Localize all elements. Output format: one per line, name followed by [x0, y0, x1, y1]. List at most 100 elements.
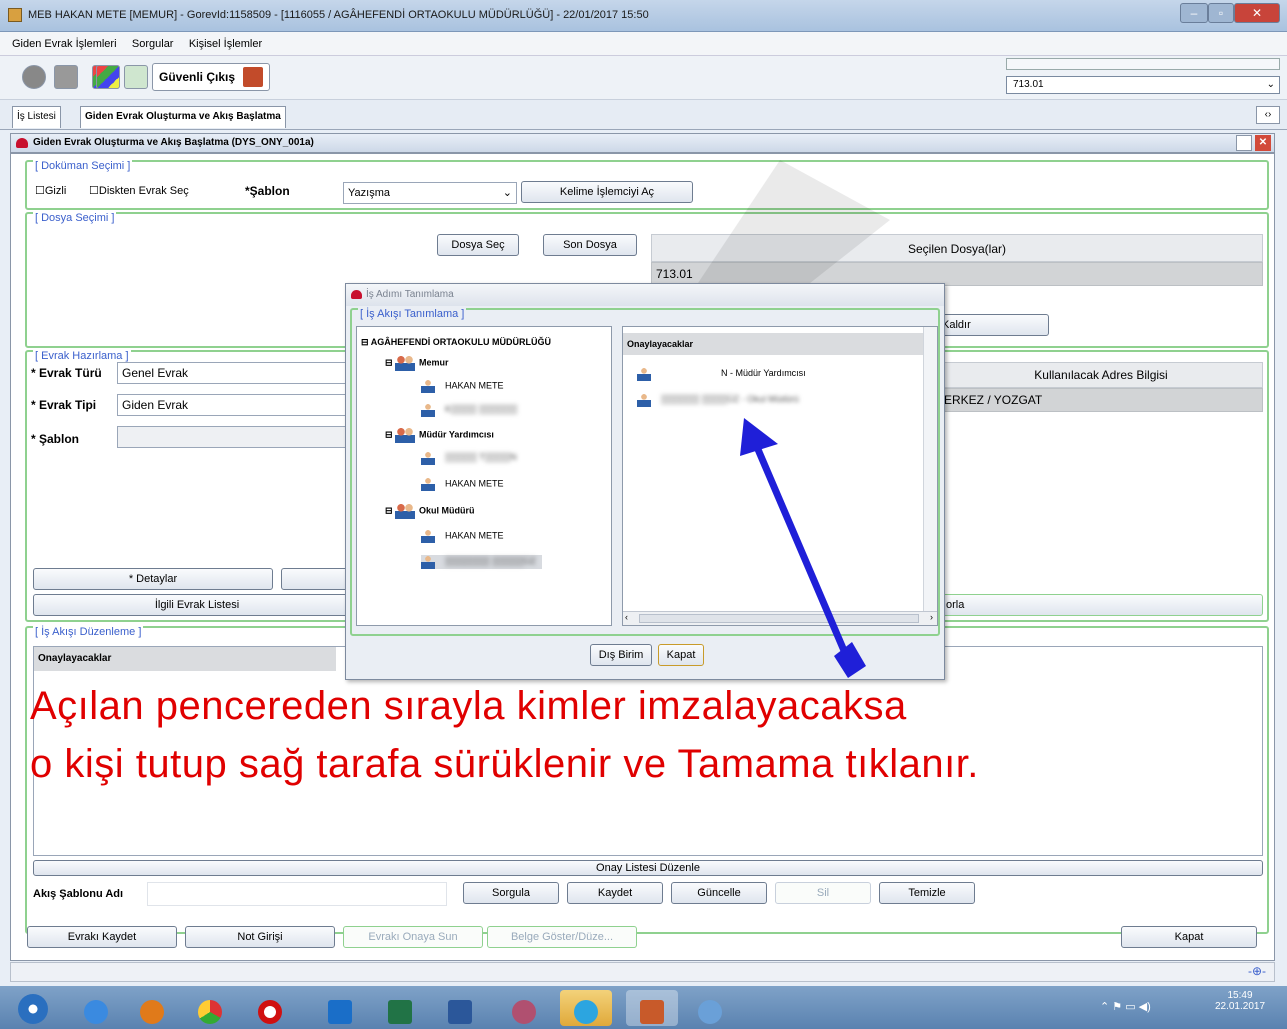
exit-door-icon	[243, 67, 263, 87]
person-icon	[421, 403, 435, 417]
gizli-checkbox[interactable]: ☐Gizli	[35, 184, 66, 197]
disk-checkbox[interactable]: ☐Diskten Evrak Seç	[89, 184, 189, 197]
evrak-sablon-label: * Şablon	[31, 432, 80, 446]
tree-person-selected[interactable]: ▒▒▒▒▒▒▒ ▒▒▒▒▒ÜZ	[421, 555, 543, 569]
group-icon	[395, 355, 416, 371]
remove-file-button[interactable]: Kaldır	[931, 314, 1049, 336]
dialog-close-button[interactable]: Kapat	[658, 644, 704, 666]
person-icon	[421, 477, 435, 491]
taskbar: ⌃ ⚑ ▭ ◀) 15:49 22.01.2017	[0, 986, 1287, 1029]
start-button[interactable]	[6, 990, 58, 1026]
unit-combo-value: 713.01	[1013, 79, 1044, 90]
ie-icon[interactable]	[70, 990, 122, 1026]
tree-person[interactable]: HAKAN METE	[421, 379, 504, 393]
chevron-down-icon: ⌄	[1266, 79, 1275, 90]
last-file-button[interactable]: Son Dosya	[543, 234, 637, 256]
choose-file-button[interactable]: Dosya Seç	[437, 234, 519, 256]
combo-secondary[interactable]	[1006, 58, 1280, 70]
menu-kisisel[interactable]: Kişisel İşlemler	[189, 38, 262, 50]
save-template-button[interactable]: Kaydet	[567, 882, 663, 904]
minimize-button[interactable]: –	[1180, 3, 1208, 23]
external-unit-button[interactable]: Dış Birim	[590, 644, 652, 666]
tree-person[interactable]: K▒▒▒▒ ▒▒▒▒▒▒	[421, 403, 517, 417]
close-button[interactable]: Kapat	[1121, 926, 1257, 948]
close-window-button[interactable]: ✕	[1234, 3, 1280, 23]
clock-time: 15:49	[1227, 990, 1253, 1001]
firefox-icon[interactable]	[126, 990, 178, 1026]
menu-bar: Giden Evrak İşlemleri Sorgular Kişisel İ…	[0, 32, 1287, 56]
approver-row[interactable]: N - Müdür Yardımcısı	[637, 367, 806, 381]
status-bar: -⊕-	[10, 962, 1275, 982]
maximize-button[interactable]: ▫	[1208, 3, 1234, 23]
annotation-arrow	[740, 418, 866, 678]
related-docs-button[interactable]: İlgili Evrak Listesi	[33, 594, 361, 616]
scroll-left-icon: ‹	[625, 612, 628, 622]
clear-button[interactable]: Temizle	[879, 882, 975, 904]
tree-root[interactable]: ⊟ AGÂHEFENDİ ORTAOKULU MÜDÜRLÜĞÜ	[361, 337, 551, 348]
unit-combo[interactable]: 713.01 ⌄	[1006, 76, 1280, 94]
java-app-icon[interactable]	[626, 990, 678, 1026]
chat-icon[interactable]	[124, 65, 148, 89]
tab-scroll-arrows[interactable]: ‹›	[1256, 106, 1280, 124]
update-button[interactable]: Güncelle	[671, 882, 767, 904]
file-select-title: [ Dosya Seçimi ]	[33, 212, 117, 224]
person-icon	[421, 555, 435, 569]
dialog-title: İş Adımı Tanımlama	[366, 289, 454, 300]
tree-person[interactable]: HAKAN METE	[421, 529, 504, 543]
approver-row[interactable]: ▒▒▒▒▒▒ ▒▒▒▒ÜZ - Okul Müdürü	[637, 393, 799, 407]
evrak-turu-select[interactable]: Genel Evrak	[117, 362, 357, 384]
window-title: MEB HAKAN METE [MEMUR] - GorevId:1158509…	[28, 9, 649, 21]
outlook-icon[interactable]	[314, 990, 366, 1026]
evrak-tipi-select[interactable]: Giden Evrak	[117, 394, 357, 416]
grid-icon[interactable]	[54, 65, 78, 89]
save-doc-button[interactable]: Evrakı Kaydet	[27, 926, 177, 948]
submit-approval-button[interactable]: Evrakı Onaya Sun	[343, 926, 483, 948]
telegram-icon[interactable]	[560, 990, 612, 1026]
workflow-definition-title: [ İş Akışı Tanımlama ]	[358, 308, 467, 320]
vertical-scrollbar[interactable]	[923, 327, 937, 611]
tree-group-mudur-yardimcisi[interactable]: ⊟ Müdür Yardımcısı	[385, 427, 494, 443]
opera-icon[interactable]	[244, 990, 296, 1026]
tray-icons[interactable]: ⌃ ⚑ ▭ ◀)	[1100, 1000, 1151, 1013]
workflow-title: [ İş Akışı Düzenleme ]	[33, 626, 144, 638]
paint-icon[interactable]	[684, 990, 736, 1026]
color-grid-icon[interactable]	[96, 65, 120, 89]
restore-icon[interactable]	[1236, 135, 1252, 151]
inner-close-icon[interactable]: ✕	[1255, 135, 1271, 151]
snipping-icon[interactable]	[498, 990, 550, 1026]
clock[interactable]: 15:49 22.01.2017	[1210, 990, 1270, 1012]
tree-person[interactable]: HAKAN METE	[421, 477, 504, 491]
excel-icon[interactable]	[374, 990, 426, 1026]
person-icon	[637, 393, 651, 407]
query-button[interactable]: Sorgula	[463, 882, 559, 904]
heart-logo-icon	[16, 138, 28, 148]
evrak-turu-label: * Evrak Türü	[31, 366, 102, 380]
menu-giden-evrak[interactable]: Giden Evrak İşlemleri	[12, 38, 117, 50]
dialog-approvers-header: Onaylayacaklar	[623, 333, 925, 355]
tab-is-listesi[interactable]: İş Listesi	[12, 106, 61, 128]
tree-person[interactable]: ▒▒▒▒▒ T▒▒▒▒N	[421, 451, 517, 465]
delete-button[interactable]: Sil	[775, 882, 871, 904]
sablon-label: *Şablon	[245, 184, 290, 198]
secure-exit-button[interactable]: Güvenli Çıkış	[152, 63, 270, 91]
chrome-icon[interactable]	[184, 990, 236, 1026]
stop-icon[interactable]	[22, 65, 46, 89]
evrak-prep-title: [ Evrak Hazırlama ]	[33, 350, 131, 362]
word-icon[interactable]	[434, 990, 486, 1026]
annotation-line-2: o kişi tutup sağ tarafa sürüklenir ve Ta…	[30, 742, 979, 786]
menu-sorgular[interactable]: Sorgular	[132, 38, 174, 50]
window-titlebar: MEB HAKAN METE [MEMUR] - GorevId:1158509…	[0, 0, 1287, 32]
tree-group-okul-muduru[interactable]: ⊟ Okul Müdürü	[385, 503, 475, 519]
template-name-input[interactable]	[147, 882, 447, 906]
note-button[interactable]: Not Girişi	[185, 926, 335, 948]
evrak-sablon-field[interactable]	[117, 426, 357, 448]
dialog-titlebar: İş Adımı Tanımlama	[346, 284, 944, 306]
edit-list-button[interactable]: Onay Listesi Düzenle	[33, 860, 1263, 876]
show-doc-button[interactable]: Belge Göster/Düze...	[487, 926, 637, 948]
tree-group-memur[interactable]: ⊟ Memur	[385, 355, 449, 371]
address-row[interactable]: ERKEZ / YOZGAT	[939, 388, 1263, 412]
sablon-select[interactable]: Yazışma ⌄	[343, 182, 517, 204]
tab-giden-evrak[interactable]: Giden Evrak Oluşturma ve Akış Başlatma	[80, 106, 286, 128]
partial-right-button[interactable]: orla	[939, 594, 1263, 616]
details-button[interactable]: * Detaylar	[33, 568, 273, 590]
